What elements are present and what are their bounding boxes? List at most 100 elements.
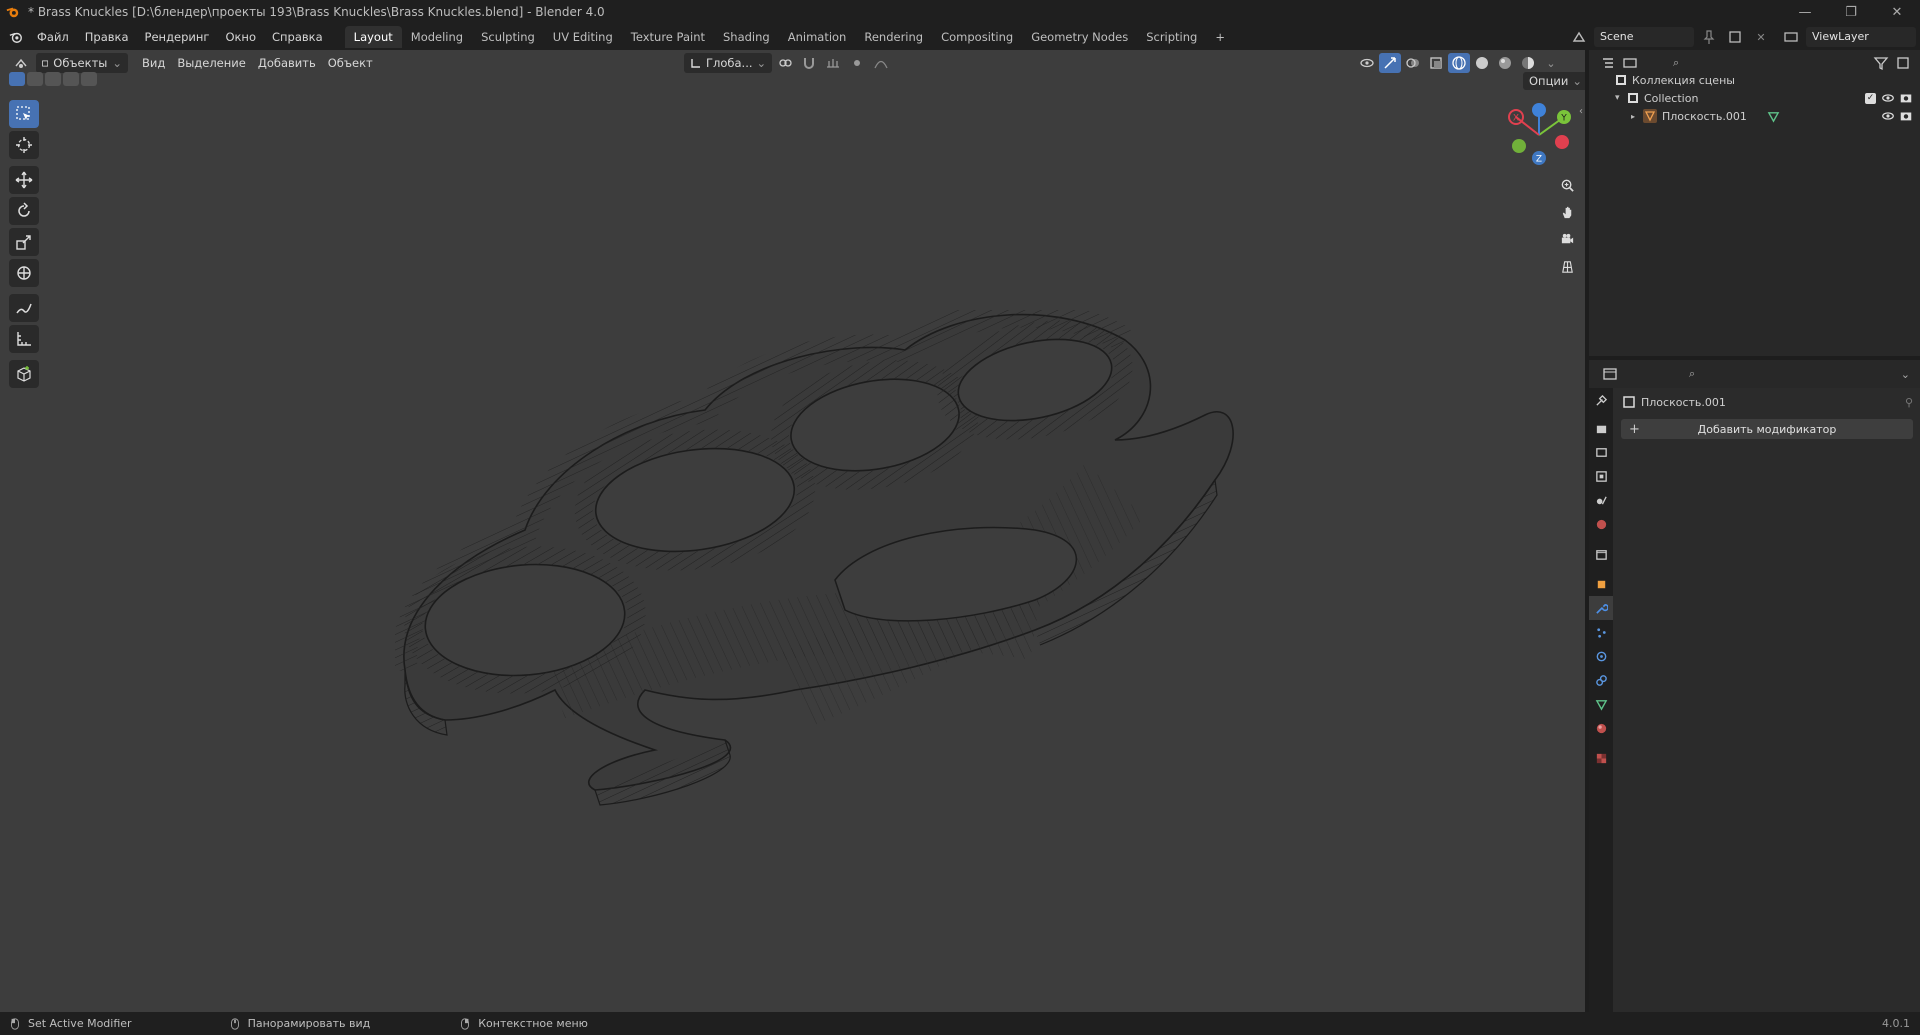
scene-name-field[interactable]: Scene: [1594, 27, 1694, 47]
ortho-toggle-button[interactable]: [1556, 255, 1578, 277]
new-collection-icon[interactable]: [1892, 53, 1914, 73]
view-layer-field[interactable]: ViewLayer: [1806, 27, 1916, 47]
pivot-point-icon[interactable]: [774, 53, 796, 73]
measure-tool[interactable]: [9, 325, 39, 353]
add-modifier-button[interactable]: + Добавить модификатор: [1621, 419, 1913, 439]
tab-texture-paint[interactable]: Texture Paint: [622, 26, 714, 48]
snap-icon[interactable]: [798, 53, 820, 73]
tab-object[interactable]: [1589, 572, 1613, 596]
snap-target-icon[interactable]: [822, 53, 844, 73]
display-mode-icon[interactable]: [1619, 53, 1641, 73]
select-intersect-icon[interactable]: [81, 72, 97, 86]
properties-search-input[interactable]: ⌕: [1683, 364, 1789, 384]
blender-menu-icon[interactable]: [9, 30, 23, 44]
tab-animation[interactable]: Animation: [779, 26, 856, 48]
properties-editor-type-icon[interactable]: [1599, 364, 1621, 384]
eye-icon[interactable]: [1881, 109, 1895, 123]
tab-modeling[interactable]: Modeling: [402, 26, 472, 48]
tab-tool[interactable]: [1589, 388, 1613, 412]
tab-sculpting[interactable]: Sculpting: [472, 26, 544, 48]
rendered-shading-icon[interactable]: [1517, 53, 1539, 73]
solid-shading-icon[interactable]: [1471, 53, 1493, 73]
3d-viewport[interactable]: Объекты ⌄ Вид Выделение Добавить Объект …: [0, 50, 1585, 1012]
maximize-button[interactable]: ❐: [1828, 0, 1874, 24]
menu-render[interactable]: Рендеринг: [137, 26, 218, 48]
tab-material[interactable]: [1589, 716, 1613, 740]
select-subtract-icon[interactable]: [45, 72, 61, 86]
add-workspace-button[interactable]: +: [1206, 26, 1234, 48]
tab-output[interactable]: [1589, 440, 1613, 464]
select-invert-icon[interactable]: [63, 72, 79, 86]
tab-shading[interactable]: Shading: [714, 26, 779, 48]
outliner-editor-type-icon[interactable]: [1597, 53, 1619, 73]
tab-scripting[interactable]: Scripting: [1137, 26, 1206, 48]
pin-icon[interactable]: ⚲: [1905, 396, 1913, 409]
pan-view-button[interactable]: [1556, 201, 1578, 223]
material-shading-icon[interactable]: [1494, 53, 1516, 73]
menu-add[interactable]: Добавить: [252, 53, 322, 73]
render-camera-icon[interactable]: [1899, 91, 1913, 105]
falloff-icon[interactable]: [870, 53, 892, 73]
outliner-search-input[interactable]: ⌕: [1667, 53, 1773, 73]
annotate-tool[interactable]: [9, 294, 39, 322]
expand-arrow-icon[interactable]: ▾: [1615, 93, 1627, 103]
menu-file[interactable]: Файл: [29, 26, 77, 48]
sidebar-toggle-icon[interactable]: ‹: [1579, 106, 1583, 117]
tab-constraints[interactable]: [1589, 668, 1613, 692]
transform-tool[interactable]: [9, 259, 39, 287]
tab-rendering[interactable]: Rendering: [855, 26, 932, 48]
render-camera-icon[interactable]: [1899, 109, 1913, 123]
tab-particles[interactable]: [1589, 620, 1613, 644]
outliner-row-object[interactable]: ▸ Плоскость.001: [1589, 107, 1920, 125]
move-tool[interactable]: [9, 166, 39, 194]
mode-dropdown[interactable]: Объекты ⌄: [36, 53, 128, 73]
select-new-icon[interactable]: [9, 72, 25, 86]
tab-modifiers[interactable]: [1589, 596, 1613, 620]
xray-toggle-icon[interactable]: [1425, 53, 1447, 73]
cursor-tool[interactable]: [9, 131, 39, 159]
shading-options-chevron-icon[interactable]: ⌄: [1540, 53, 1562, 73]
view-layer-icon[interactable]: [1780, 27, 1802, 47]
orientation-dropdown[interactable]: Глоба... ⌄: [684, 53, 773, 73]
outliner-row-scene-collection[interactable]: Коллекция сцены: [1589, 71, 1920, 89]
select-extend-icon[interactable]: [27, 72, 43, 86]
proportional-edit-icon[interactable]: [846, 53, 868, 73]
editor-type-icon[interactable]: [10, 53, 32, 73]
camera-view-button[interactable]: [1556, 228, 1578, 250]
tab-collection[interactable]: [1589, 542, 1613, 566]
add-cube-tool[interactable]: [9, 360, 39, 388]
menu-view[interactable]: Вид: [136, 53, 171, 73]
filter-icon[interactable]: [1870, 53, 1892, 73]
expand-arrow-icon[interactable]: ▸: [1631, 112, 1643, 121]
tab-compositing[interactable]: Compositing: [932, 26, 1022, 48]
select-box-tool[interactable]: [9, 100, 39, 128]
outliner-row-collection[interactable]: ▾ Collection ✓: [1589, 89, 1920, 107]
menu-object[interactable]: Объект: [322, 53, 379, 73]
rotate-tool[interactable]: [9, 197, 39, 225]
minimize-button[interactable]: —: [1782, 0, 1828, 24]
tab-data[interactable]: [1589, 692, 1613, 716]
pin-scene-icon[interactable]: [1698, 27, 1720, 47]
menu-help[interactable]: Справка: [264, 26, 331, 48]
tab-render[interactable]: [1589, 416, 1613, 440]
close-window-button[interactable]: ✕: [1874, 0, 1920, 24]
tab-physics[interactable]: [1589, 644, 1613, 668]
tab-texture[interactable]: [1589, 746, 1613, 770]
scale-tool[interactable]: [9, 228, 39, 256]
exclude-checkbox[interactable]: ✓: [1865, 92, 1876, 104]
menu-edit[interactable]: Правка: [77, 26, 137, 48]
tab-scene[interactable]: [1589, 488, 1613, 512]
visibility-filter-icon[interactable]: [1356, 53, 1378, 73]
brass-knuckles-mesh[interactable]: [395, 310, 1255, 870]
delete-scene-icon[interactable]: ✕: [1750, 27, 1772, 47]
navigation-gizmo[interactable]: Y X Z: [1504, 100, 1574, 170]
gizmo-toggle-icon[interactable]: [1379, 53, 1401, 73]
menu-select[interactable]: Выделение: [171, 53, 252, 73]
options-dropdown[interactable]: Опции ⌄: [1523, 72, 1585, 90]
menu-window[interactable]: Окно: [217, 26, 264, 48]
tab-layout[interactable]: Layout: [344, 26, 402, 48]
tab-uv-editing[interactable]: UV Editing: [544, 26, 622, 48]
tab-view-layer[interactable]: [1589, 464, 1613, 488]
overlay-toggle-icon[interactable]: [1402, 53, 1424, 73]
new-scene-icon[interactable]: [1724, 27, 1746, 47]
